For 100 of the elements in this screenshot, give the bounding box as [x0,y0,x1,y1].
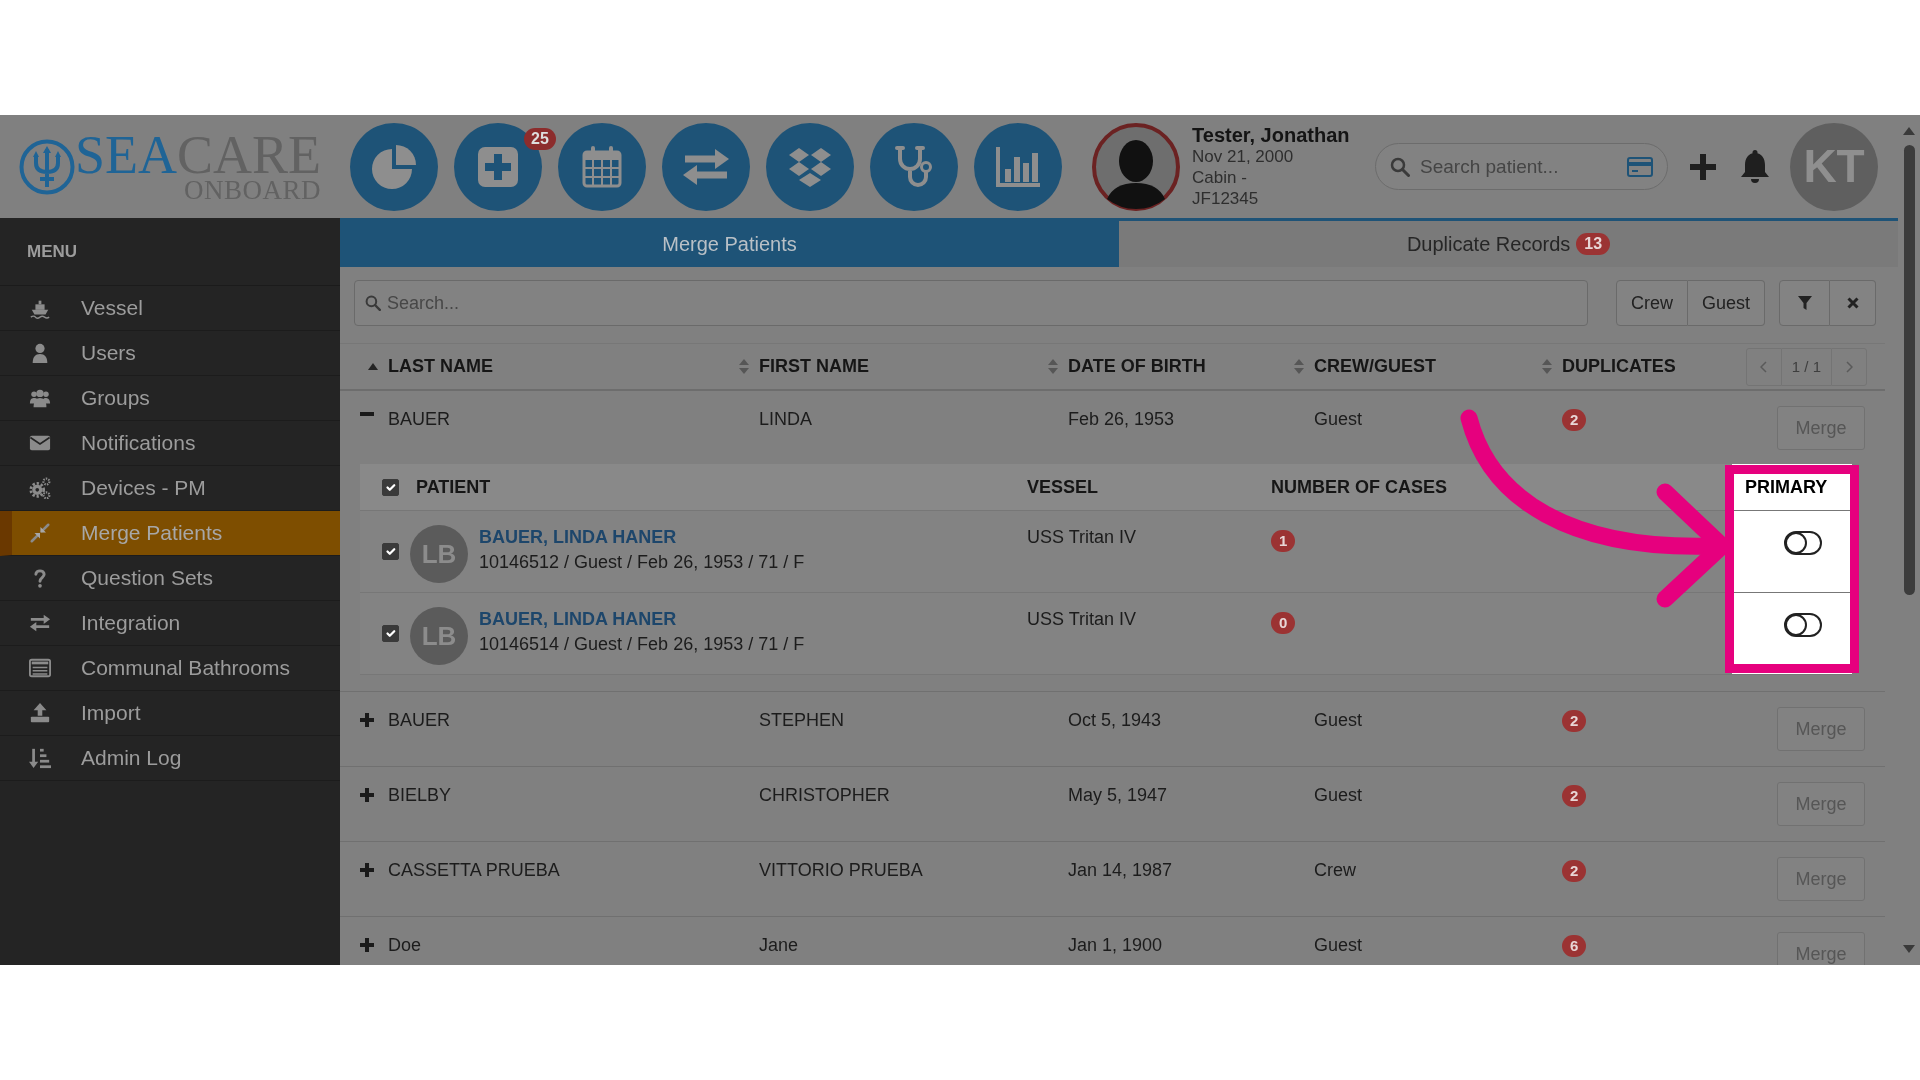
medical-plus-icon [478,146,519,187]
chevron-left-icon [1760,360,1768,373]
column-header[interactable]: FIRST NAME [731,344,1040,389]
sidebar-item[interactable]: Merge Patients [0,511,340,556]
logo-text: SEA [75,131,177,178]
patient-search-field[interactable]: Search patient... [1375,143,1669,190]
swap-arrows-icon [683,146,730,187]
expand-icon[interactable] [360,713,374,727]
patient-type-text: Guest [1314,409,1363,429]
sort-icon[interactable] [1294,359,1304,374]
list-icon [28,657,52,679]
column-header[interactable]: DATE OF BIRTH [1040,344,1286,389]
sidebar-item[interactable]: Communal Bathrooms [0,646,340,691]
first-name-text: LINDA [759,409,812,429]
swap-arrows-icon [28,612,52,634]
last-name-text: BAUER [388,408,450,431]
column-heading: PATIENT [416,475,491,499]
birth-date-text: Feb 26, 1953 [1068,409,1175,429]
tab[interactable]: Merge Patients [340,221,1119,267]
column-heading: PRIMARY [1745,475,1828,499]
duplicate-count-badge: 2 [1562,860,1587,882]
sidebar-item[interactable]: Notifications [0,421,340,466]
scroll-up-icon[interactable] [1903,127,1915,135]
sort-icon[interactable] [739,359,749,374]
last-name-text: BAUER [388,709,450,732]
column-header[interactable]: CREW/GUEST [1286,344,1534,389]
patient-name-link[interactable]: BAUER, LINDA HANER [479,525,805,549]
birth-date-text: Jan 14, 1987 [1068,860,1173,880]
record-checkbox[interactable] [382,625,399,642]
sort-icon[interactable] [1048,359,1058,374]
scrollbar-thumb[interactable] [1903,145,1915,595]
case-count-badge: 1 [1271,530,1296,552]
close-icon [1846,297,1859,309]
filter-button[interactable] [1779,280,1830,326]
primary-toggle[interactable] [1784,612,1822,637]
search-icon [1390,156,1411,177]
case-count-badge: 0 [1271,612,1296,634]
sidebar-item[interactable]: Admin Log [0,736,340,781]
vessel-text: USS Tritan IV [1027,527,1137,547]
search-field[interactable]: Search... [354,280,1588,326]
sidebar-item[interactable]: Question Sets [0,556,340,601]
sidebar-item[interactable]: Groups [0,376,340,421]
pie-chart-icon [371,143,418,190]
sidebar-item[interactable]: Import [0,691,340,736]
tab[interactable]: Duplicate Records 13 [1119,221,1898,267]
gears-icon [28,477,52,499]
last-name-text: Doe [388,934,422,957]
plus-icon[interactable] [1690,153,1717,180]
card-icon[interactable] [1627,156,1654,177]
filter-toggle-button[interactable]: Crew [1615,280,1688,326]
duplicate-count-badge: 6 [1562,935,1587,957]
first-name-text: STEPHEN [759,710,845,730]
column-heading: NUMBER OF CASES [1271,475,1447,499]
count-badge: 13 [1576,233,1611,255]
patient-birth-date: Nov 21, 2000 [1192,145,1295,167]
calendar-icon [582,145,623,188]
compress-arrows-icon [28,522,52,544]
patient-type-text: Crew [1314,860,1356,880]
sidebar-item[interactable]: Integration [0,601,340,646]
first-name-text: Jane [759,935,799,955]
stethoscope-icon [894,144,935,189]
logo-text: CARE [177,131,322,178]
column-header[interactable]: LAST NAME [340,344,731,389]
sidebar-item[interactable]: Users [0,331,340,376]
record-checkbox[interactable] [382,543,399,560]
select-all-checkbox[interactable] [382,478,399,496]
birth-date-text: May 5, 1947 [1068,785,1168,805]
patient-name-link[interactable]: BAUER, LINDA HANER [479,607,805,631]
birth-date-text: Oct 5, 1943 [1068,710,1162,730]
first-name-text: CHRISTOPHER [759,785,890,805]
menu-heading: MENU [27,240,78,263]
expand-icon[interactable] [360,863,374,877]
expand-icon[interactable] [360,788,374,802]
sidebar-item[interactable]: Vessel [0,286,340,331]
page-indicator: 1 / 1 [1781,347,1831,386]
column-heading: VESSEL [1027,475,1099,499]
patient-type-text: Guest [1314,710,1363,730]
person-silhouette-icon [1092,122,1181,211]
patient-cabin: Cabin - [1192,166,1248,188]
bell-icon[interactable] [1740,149,1771,184]
patient-id: JF12345 [1192,187,1260,209]
column-header[interactable]: DUPLICATES [1534,344,1700,389]
first-name-text: VITTORIO PRUEBA [759,860,923,880]
last-name-text: CASSETTA PRUEBA [388,859,560,882]
primary-toggle[interactable] [1784,530,1822,555]
sort-up-icon[interactable] [368,363,378,370]
patient-summary-text: 10146514 / Guest / Feb 26, 1953 / 71 / F [479,633,805,656]
scroll-down-icon[interactable] [1903,945,1915,953]
sort-icon[interactable] [1542,359,1552,374]
filter-toggle-button[interactable]: Guest [1687,280,1765,326]
group-icon [28,387,52,409]
boxes-icon [788,145,833,188]
bar-chart-icon [996,146,1041,187]
duplicate-count-badge: 2 [1562,785,1587,807]
expand-icon[interactable] [360,938,374,952]
patient-name: Tester, Jonathan [1192,124,1351,146]
last-name-text: BIELBY [388,784,452,807]
birth-date-text: Jan 1, 1900 [1068,935,1163,955]
clear-button[interactable] [1830,280,1876,326]
duplicate-count-badge: 2 [1562,409,1587,431]
